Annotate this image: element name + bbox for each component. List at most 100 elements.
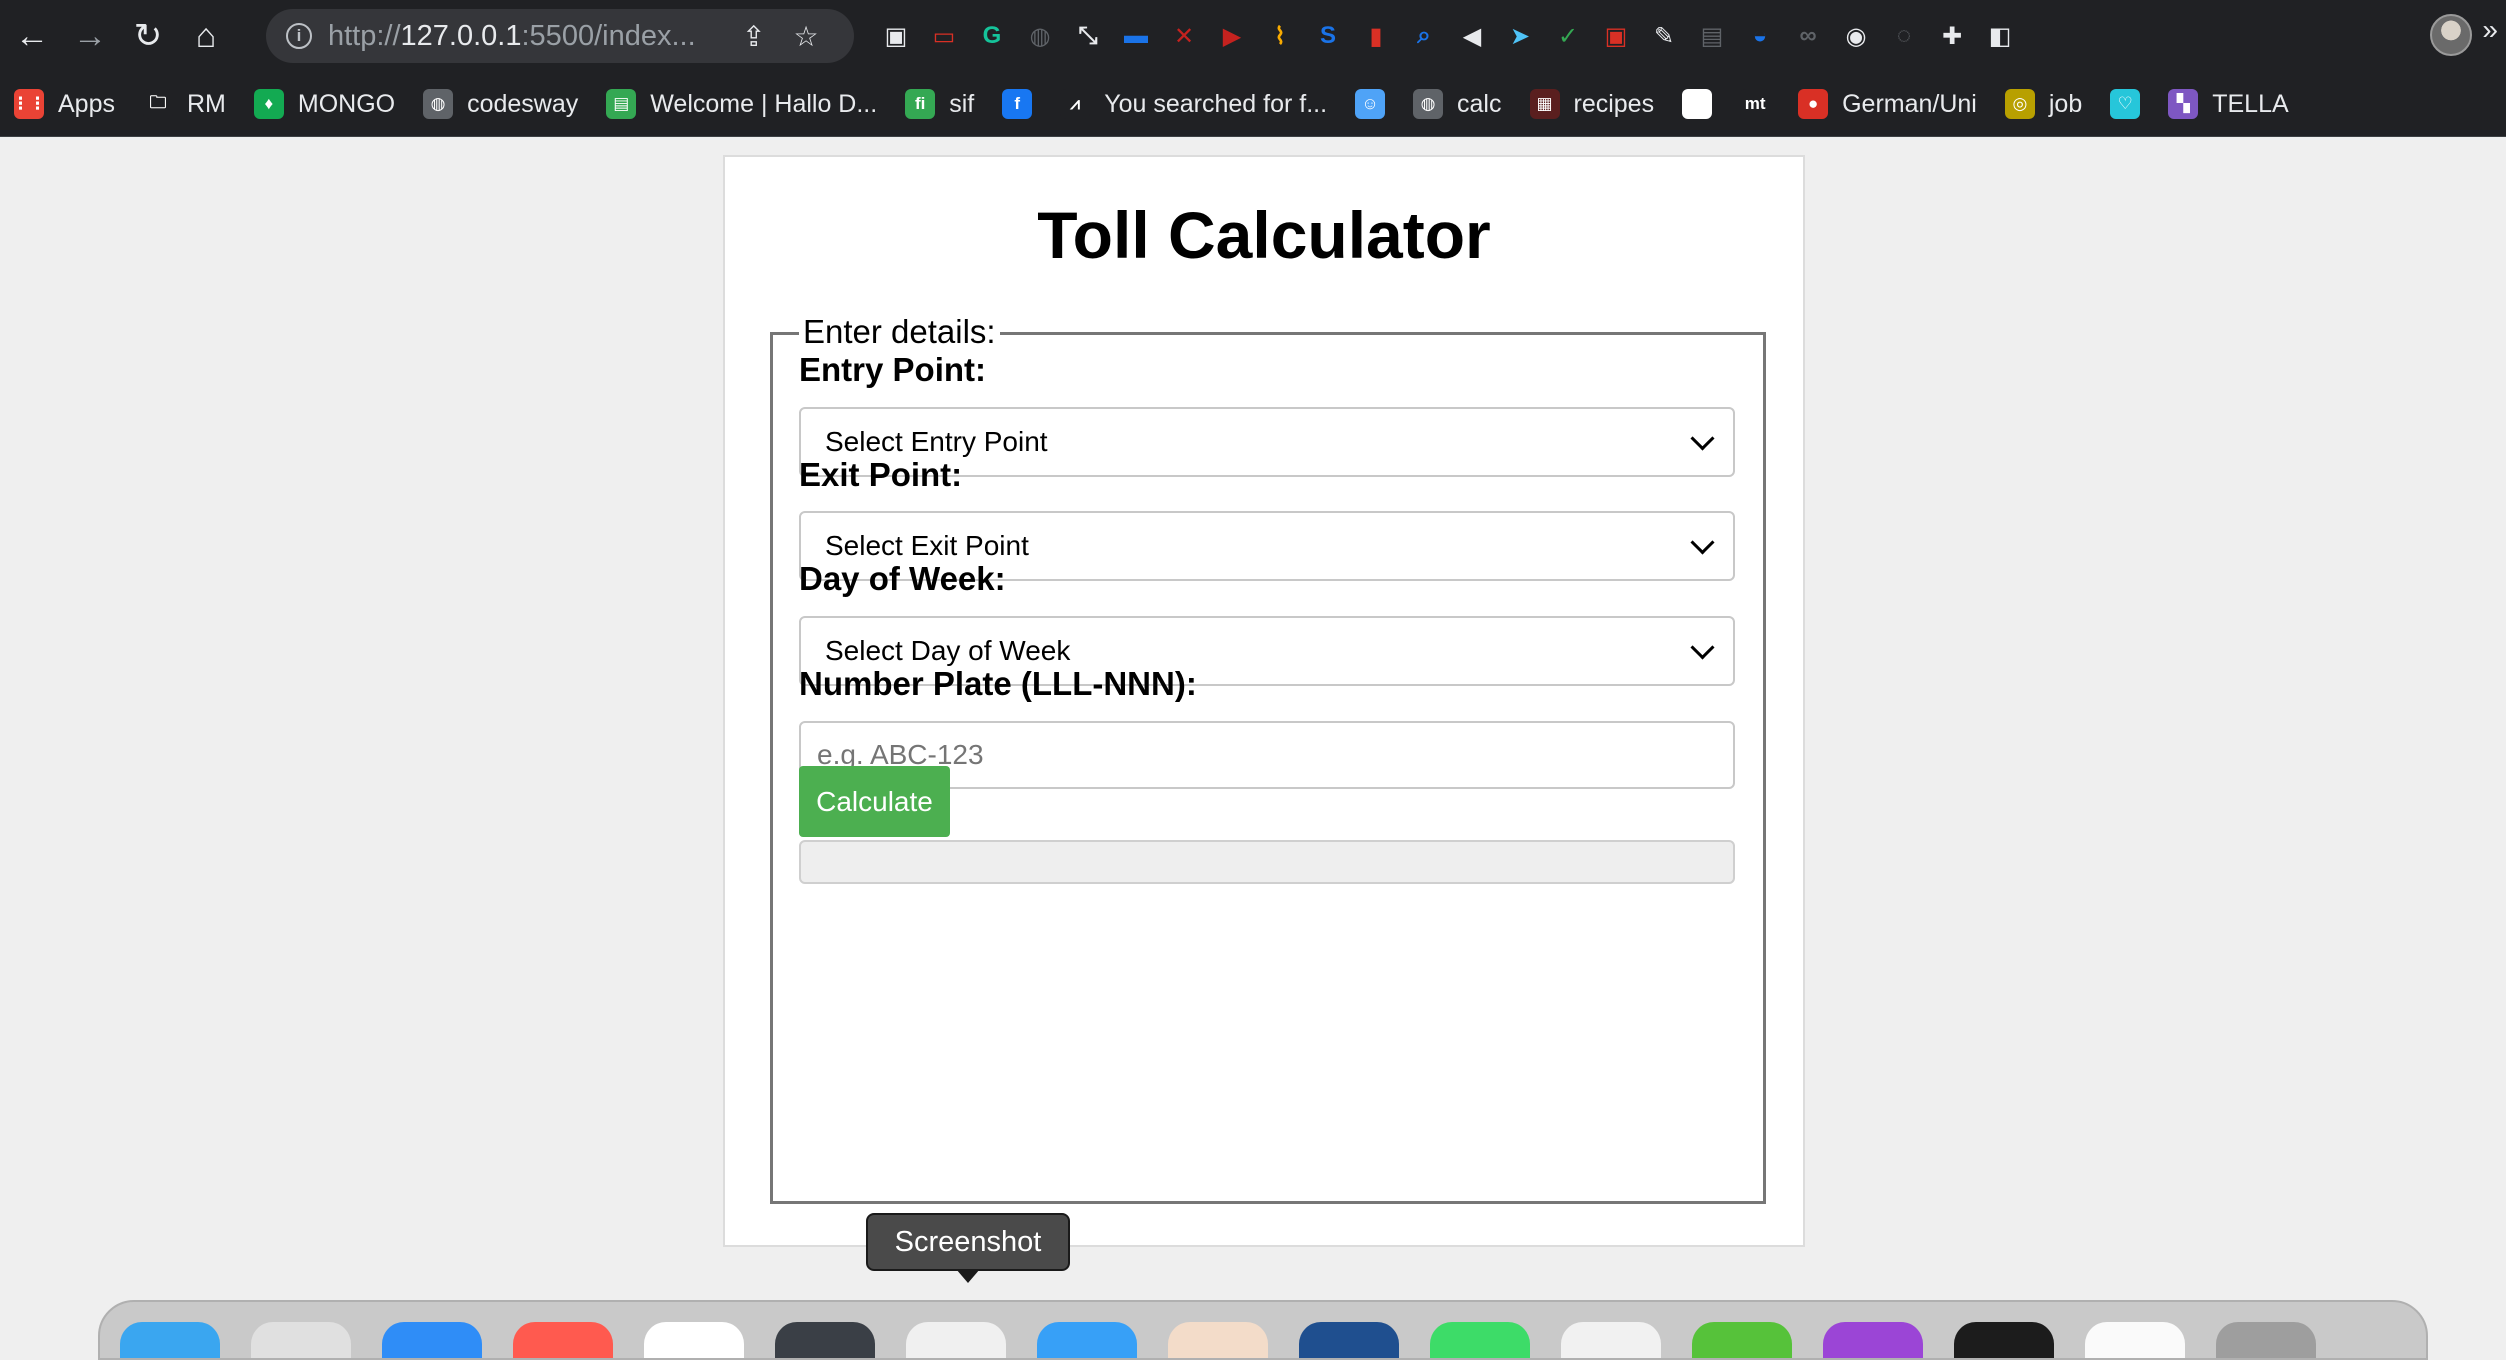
bookmarks-bar: ⋮⋮ Apps 🗀 RM ♦ MONGO ◍ codesway ▤ Welcome | Hallo… — [0, 72, 2506, 137]
bookmarks-overflow-icon[interactable]: » — [2482, 14, 2498, 46]
robot-icon[interactable]: ◉ — [1840, 20, 1872, 52]
bookmark-facebook[interactable]: f — [1002, 89, 1033, 119]
dock-terminal[interactable] — [1954, 1322, 2054, 1358]
resize-icon[interactable]: ⤡ — [1072, 20, 1104, 52]
dock-launchpad[interactable] — [251, 1322, 351, 1358]
reload-icon[interactable]: ↻ — [122, 10, 174, 62]
volume-icon[interactable]: ◀ — [1456, 20, 1488, 52]
tooltip-arrow — [956, 1269, 980, 1283]
apps-grid-icon: ⋮⋮ — [12, 89, 46, 119]
dock-podcasts[interactable] — [1823, 1322, 1923, 1358]
glasses-icon[interactable]: ∞ — [1792, 20, 1824, 52]
bookmark-label: MONGO — [297, 89, 396, 118]
feather-icon[interactable]: ✎ — [1648, 20, 1680, 52]
bookmark-rm[interactable]: 🗀 RM — [142, 89, 226, 119]
dock-notes[interactable] — [644, 1322, 744, 1358]
bookmark-job[interactable]: ◎ job — [2004, 89, 2082, 119]
bookmark-search[interactable]: ⩘ You searched for f... — [1060, 89, 1327, 119]
bookmark-star[interactable]: ★ — [1682, 89, 1713, 119]
folder-icon: 🗀 — [142, 89, 173, 119]
bookmark-tella[interactable]: ▚ TELLA — [2168, 89, 2289, 119]
macos-dock — [98, 1300, 2428, 1360]
dock-trash[interactable] — [2216, 1322, 2316, 1358]
address-bar[interactable]: i http://127.0.0.1:5500/index... ⇪ ☆ — [266, 9, 854, 63]
result-output — [799, 840, 1735, 884]
youtube-icon[interactable]: ▶ — [1216, 20, 1248, 52]
bookmark-star-icon[interactable]: ☆ — [793, 20, 818, 53]
day-of-week-selected: Select Day of Week — [825, 635, 1071, 666]
bookmark-label: calc — [1457, 89, 1502, 118]
url-text[interactable]: http://127.0.0.1:5500/index... — [328, 20, 728, 53]
bookmark-finder[interactable]: ☺ — [1355, 89, 1386, 119]
ext-arrow-icon[interactable]: ➤ — [1504, 20, 1536, 52]
ext-cast-icon[interactable]: ▣ — [1600, 20, 1632, 52]
puzzle-icon[interactable]: ✚ — [1936, 20, 1968, 52]
bookmark-label: codesway — [467, 89, 579, 118]
dock-preview[interactable] — [906, 1322, 1006, 1358]
extensions-bar: ▣ ▭ G ◍ ⤡ ▬ ✕ ▶ ⌇ S ▮ ⌕ ◀ ➤ ✓ ▣ ✎ ▤ ◒ ∞ ◉ ◌ ✚ ◧ — [880, 12, 2016, 60]
dock-app-dark[interactable] — [775, 1322, 875, 1358]
chat-icon[interactable]: ◌ — [1888, 20, 1920, 52]
dock-appstore[interactable] — [1037, 1322, 1137, 1358]
back-arrow-icon[interactable]: ← — [6, 10, 58, 62]
dock-app-beige[interactable] — [1168, 1322, 1268, 1358]
bookmark-welcome[interactable]: ▤ Welcome | Hallo D... — [606, 89, 877, 119]
bookmark-red-icon[interactable]: ▮ — [1360, 20, 1392, 52]
screenshot-tooltip: Screenshot — [866, 1213, 1070, 1271]
entry-point-label: Entry Point: — [799, 351, 986, 388]
ext-red-icon[interactable]: ▭ — [928, 20, 960, 52]
day-of-week-label: Day of Week: — [799, 560, 1006, 597]
bookmark-label: Apps — [58, 89, 115, 118]
ext-red-circle-icon[interactable]: ✕ — [1168, 20, 1200, 52]
share-icon[interactable]: ⇪ — [742, 20, 765, 53]
home-icon[interactable]: ⌂ — [180, 10, 232, 62]
dock-chrome[interactable] — [1561, 1322, 1661, 1358]
broom-icon[interactable]: ⌇ — [1264, 20, 1296, 52]
dock-calendar[interactable] — [513, 1322, 613, 1358]
details-fieldset: Enter details: Entry Point: Select Entry… — [770, 313, 1766, 1204]
page-title: Toll Calculator — [1037, 198, 1491, 272]
dock-app-green[interactable] — [1692, 1322, 1792, 1358]
dock-app-white[interactable] — [2085, 1322, 2185, 1358]
reader-icon[interactable]: ▤ — [1696, 20, 1728, 52]
shield-icon[interactable]: ✓ — [1552, 20, 1584, 52]
facebook-icon: f — [1002, 89, 1033, 119]
target-icon: ◎ — [2004, 89, 2035, 119]
bookmark-codesway[interactable]: ◍ codesway — [423, 89, 578, 119]
entry-point-selected: Select Entry Point — [825, 426, 1048, 457]
bookmark-apps[interactable]: ⋮⋮ Apps — [12, 89, 115, 119]
grammarly-icon[interactable]: G — [976, 20, 1008, 52]
bookmark-recipes[interactable]: ▦ recipes — [1529, 89, 1654, 119]
bookmark-german[interactable]: ● German/Uni — [1798, 89, 1977, 119]
dock-safari[interactable] — [382, 1322, 482, 1358]
bookmark-calc[interactable]: ◍ calc — [1413, 89, 1502, 119]
site-info-icon[interactable]: i — [286, 23, 312, 49]
dock-word[interactable] — [1299, 1322, 1399, 1358]
globe-icon: ◍ — [1413, 89, 1444, 119]
sidepanel-icon[interactable]: ◧ — [1984, 20, 2016, 52]
mask-icon[interactable]: ◒ — [1744, 20, 1776, 52]
bookmark-mt[interactable]: mt — [1740, 89, 1771, 119]
mouse-icon[interactable]: ◍ — [1024, 20, 1056, 52]
heart-box-icon: ♡ — [2110, 89, 2141, 119]
bookmark-heart[interactable]: ♡ — [2110, 89, 2141, 119]
tab-view-icon[interactable]: ▣ — [880, 20, 912, 52]
finder-icon: ☺ — [1355, 89, 1386, 119]
dock-finder[interactable] — [120, 1322, 220, 1358]
profile-avatar[interactable] — [2430, 14, 2472, 56]
exit-point-label: Exit Point: — [799, 456, 963, 493]
bookmark-sif[interactable]: fi sif — [905, 89, 974, 119]
bookmark-mongo[interactable]: ♦ MONGO — [253, 89, 396, 119]
bookmark-label: Welcome | Hallo D... — [650, 89, 878, 118]
ext-blue-icon[interactable]: ▬ — [1120, 20, 1152, 52]
chevron-down-icon — [1690, 634, 1715, 660]
search-ext-icon[interactable]: ⌕ — [1408, 20, 1440, 52]
calculate-button[interactable]: Calculate — [799, 766, 950, 837]
ext-st-icon[interactable]: S — [1312, 20, 1344, 52]
dock-messages[interactable] — [1430, 1322, 1530, 1358]
bookmark-label: sif — [949, 89, 975, 118]
tella-icon: ▚ — [2168, 89, 2199, 119]
forward-arrow-icon[interactable]: → — [64, 10, 116, 62]
exit-point-selected: Select Exit Point — [825, 530, 1029, 561]
globe-icon: ◍ — [423, 89, 454, 119]
